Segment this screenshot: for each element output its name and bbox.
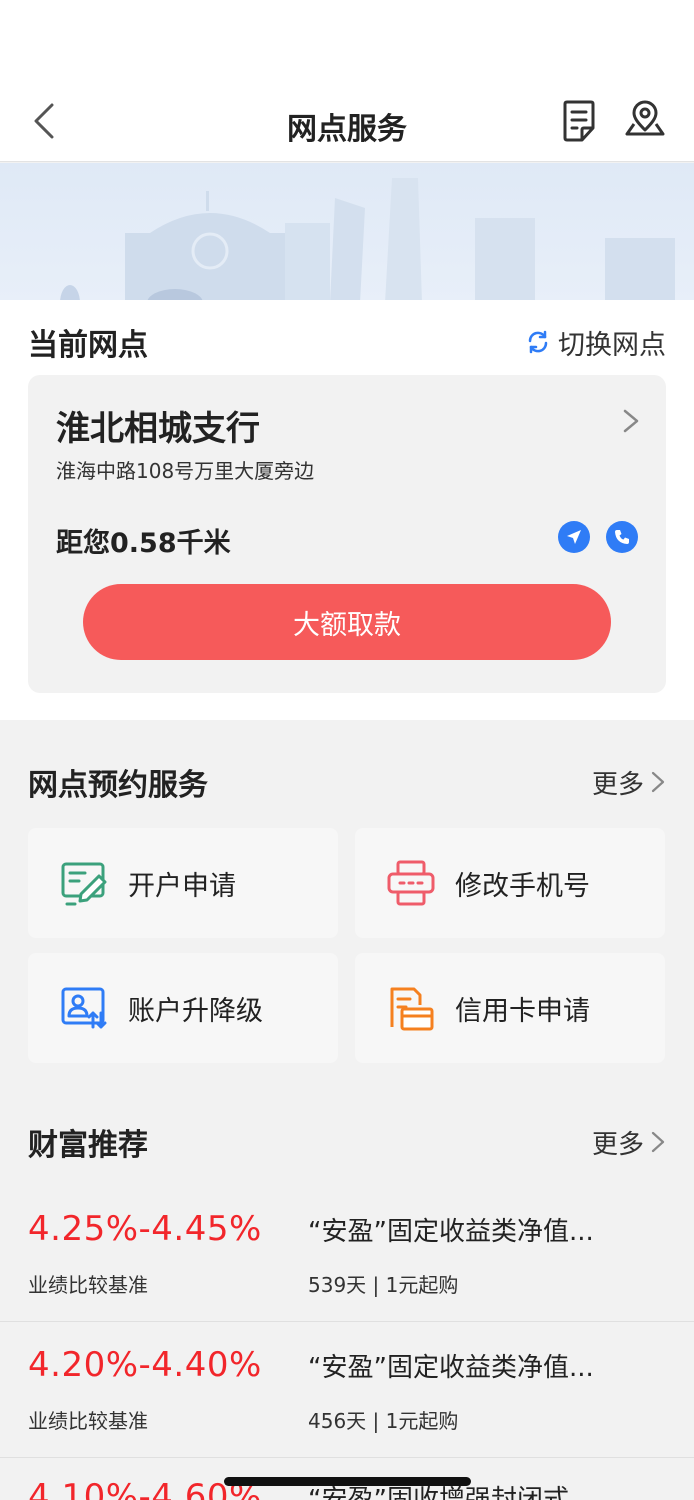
product-rate-label: 业绩比较基准 bbox=[28, 1273, 148, 1297]
service-open-account[interactable]: 开户申请 bbox=[28, 828, 338, 938]
appointment-more-link[interactable]: 更多 bbox=[592, 764, 666, 801]
product-rate: 4.20%-4.40% bbox=[28, 1345, 262, 1385]
product-rate-label: 业绩比较基准 bbox=[28, 1409, 148, 1433]
wealth-header: 财富推荐 更多 bbox=[28, 1120, 666, 1164]
service-label: 信用卡申请 bbox=[455, 995, 590, 1027]
branch-card[interactable]: 淮北相城支行 淮海中路108号万里大厦旁边 距您0.58千米 大额取款 bbox=[28, 375, 666, 693]
current-branch-section: 当前网点 切换网点 淮北相城支行 淮海中路108号万里大厦旁边 距您0.58千米 bbox=[0, 300, 694, 720]
phone-icon bbox=[615, 530, 629, 544]
account-level-icon bbox=[54, 978, 114, 1038]
call-button[interactable] bbox=[606, 521, 638, 553]
product-name: “安盈”固定收益类净值... bbox=[308, 1217, 594, 1247]
chevron-right-icon bbox=[650, 769, 666, 795]
branch-name: 淮北相城支行 bbox=[56, 409, 260, 449]
branch-distance: 距您0.58千米 bbox=[56, 528, 231, 559]
more-label: 更多 bbox=[591, 769, 644, 800]
service-label: 账户升降级 bbox=[128, 995, 263, 1027]
credit-card-icon bbox=[381, 978, 441, 1038]
home-indicator bbox=[224, 1477, 471, 1486]
product-rate: 4.25%-4.45% bbox=[28, 1209, 262, 1249]
document-button[interactable] bbox=[556, 98, 602, 144]
refresh-icon bbox=[526, 330, 550, 354]
navigate-button[interactable] bbox=[558, 521, 590, 553]
product-name: “安盈”固定收益类净值... bbox=[308, 1353, 594, 1383]
appointment-title: 网点预约服务 bbox=[28, 768, 208, 803]
navigation-arrow-icon bbox=[567, 530, 581, 544]
wealth-more-link[interactable]: 更多 bbox=[592, 1124, 666, 1161]
document-icon bbox=[563, 100, 595, 142]
chevron-right-icon bbox=[650, 1129, 666, 1155]
service-account-level[interactable]: 账户升降级 bbox=[28, 953, 338, 1063]
service-credit-card[interactable]: 信用卡申请 bbox=[355, 953, 665, 1063]
map-button[interactable] bbox=[622, 98, 668, 144]
large-withdrawal-button[interactable]: 大额取款 bbox=[83, 584, 611, 660]
switch-branch-label: 切换网点 bbox=[558, 329, 666, 361]
city-banner-image bbox=[0, 163, 694, 303]
top-nav-bar: 网点服务 bbox=[0, 80, 694, 162]
printer-phone-icon bbox=[381, 853, 441, 913]
more-label: 更多 bbox=[591, 1129, 644, 1160]
wealth-product[interactable]: 4.25%-4.45% 业绩比较基准 “安盈”固定收益类净值... 539天 |… bbox=[0, 1187, 694, 1322]
wealth-title: 财富推荐 bbox=[28, 1128, 148, 1163]
product-meta: 539天 | 1元起购 bbox=[308, 1273, 459, 1297]
map-pin-icon bbox=[625, 100, 665, 136]
wealth-product[interactable]: 4.20%-4.40% 业绩比较基准 “安盈”固定收益类净值... 456天 |… bbox=[0, 1323, 694, 1458]
chevron-right-icon bbox=[622, 407, 640, 439]
service-label: 开户申请 bbox=[128, 870, 236, 902]
service-label: 修改手机号 bbox=[455, 870, 590, 902]
current-branch-title: 当前网点 bbox=[28, 328, 148, 363]
account-open-icon bbox=[54, 853, 114, 913]
status-bar bbox=[0, 0, 694, 80]
appointment-header: 网点预约服务 更多 bbox=[28, 760, 666, 804]
service-change-phone[interactable]: 修改手机号 bbox=[355, 828, 665, 938]
switch-branch-link[interactable]: 切换网点 bbox=[526, 323, 666, 362]
branch-address: 淮海中路108号万里大厦旁边 bbox=[56, 459, 315, 483]
current-branch-header: 当前网点 切换网点 bbox=[28, 320, 666, 364]
product-meta: 456天 | 1元起购 bbox=[308, 1409, 459, 1433]
